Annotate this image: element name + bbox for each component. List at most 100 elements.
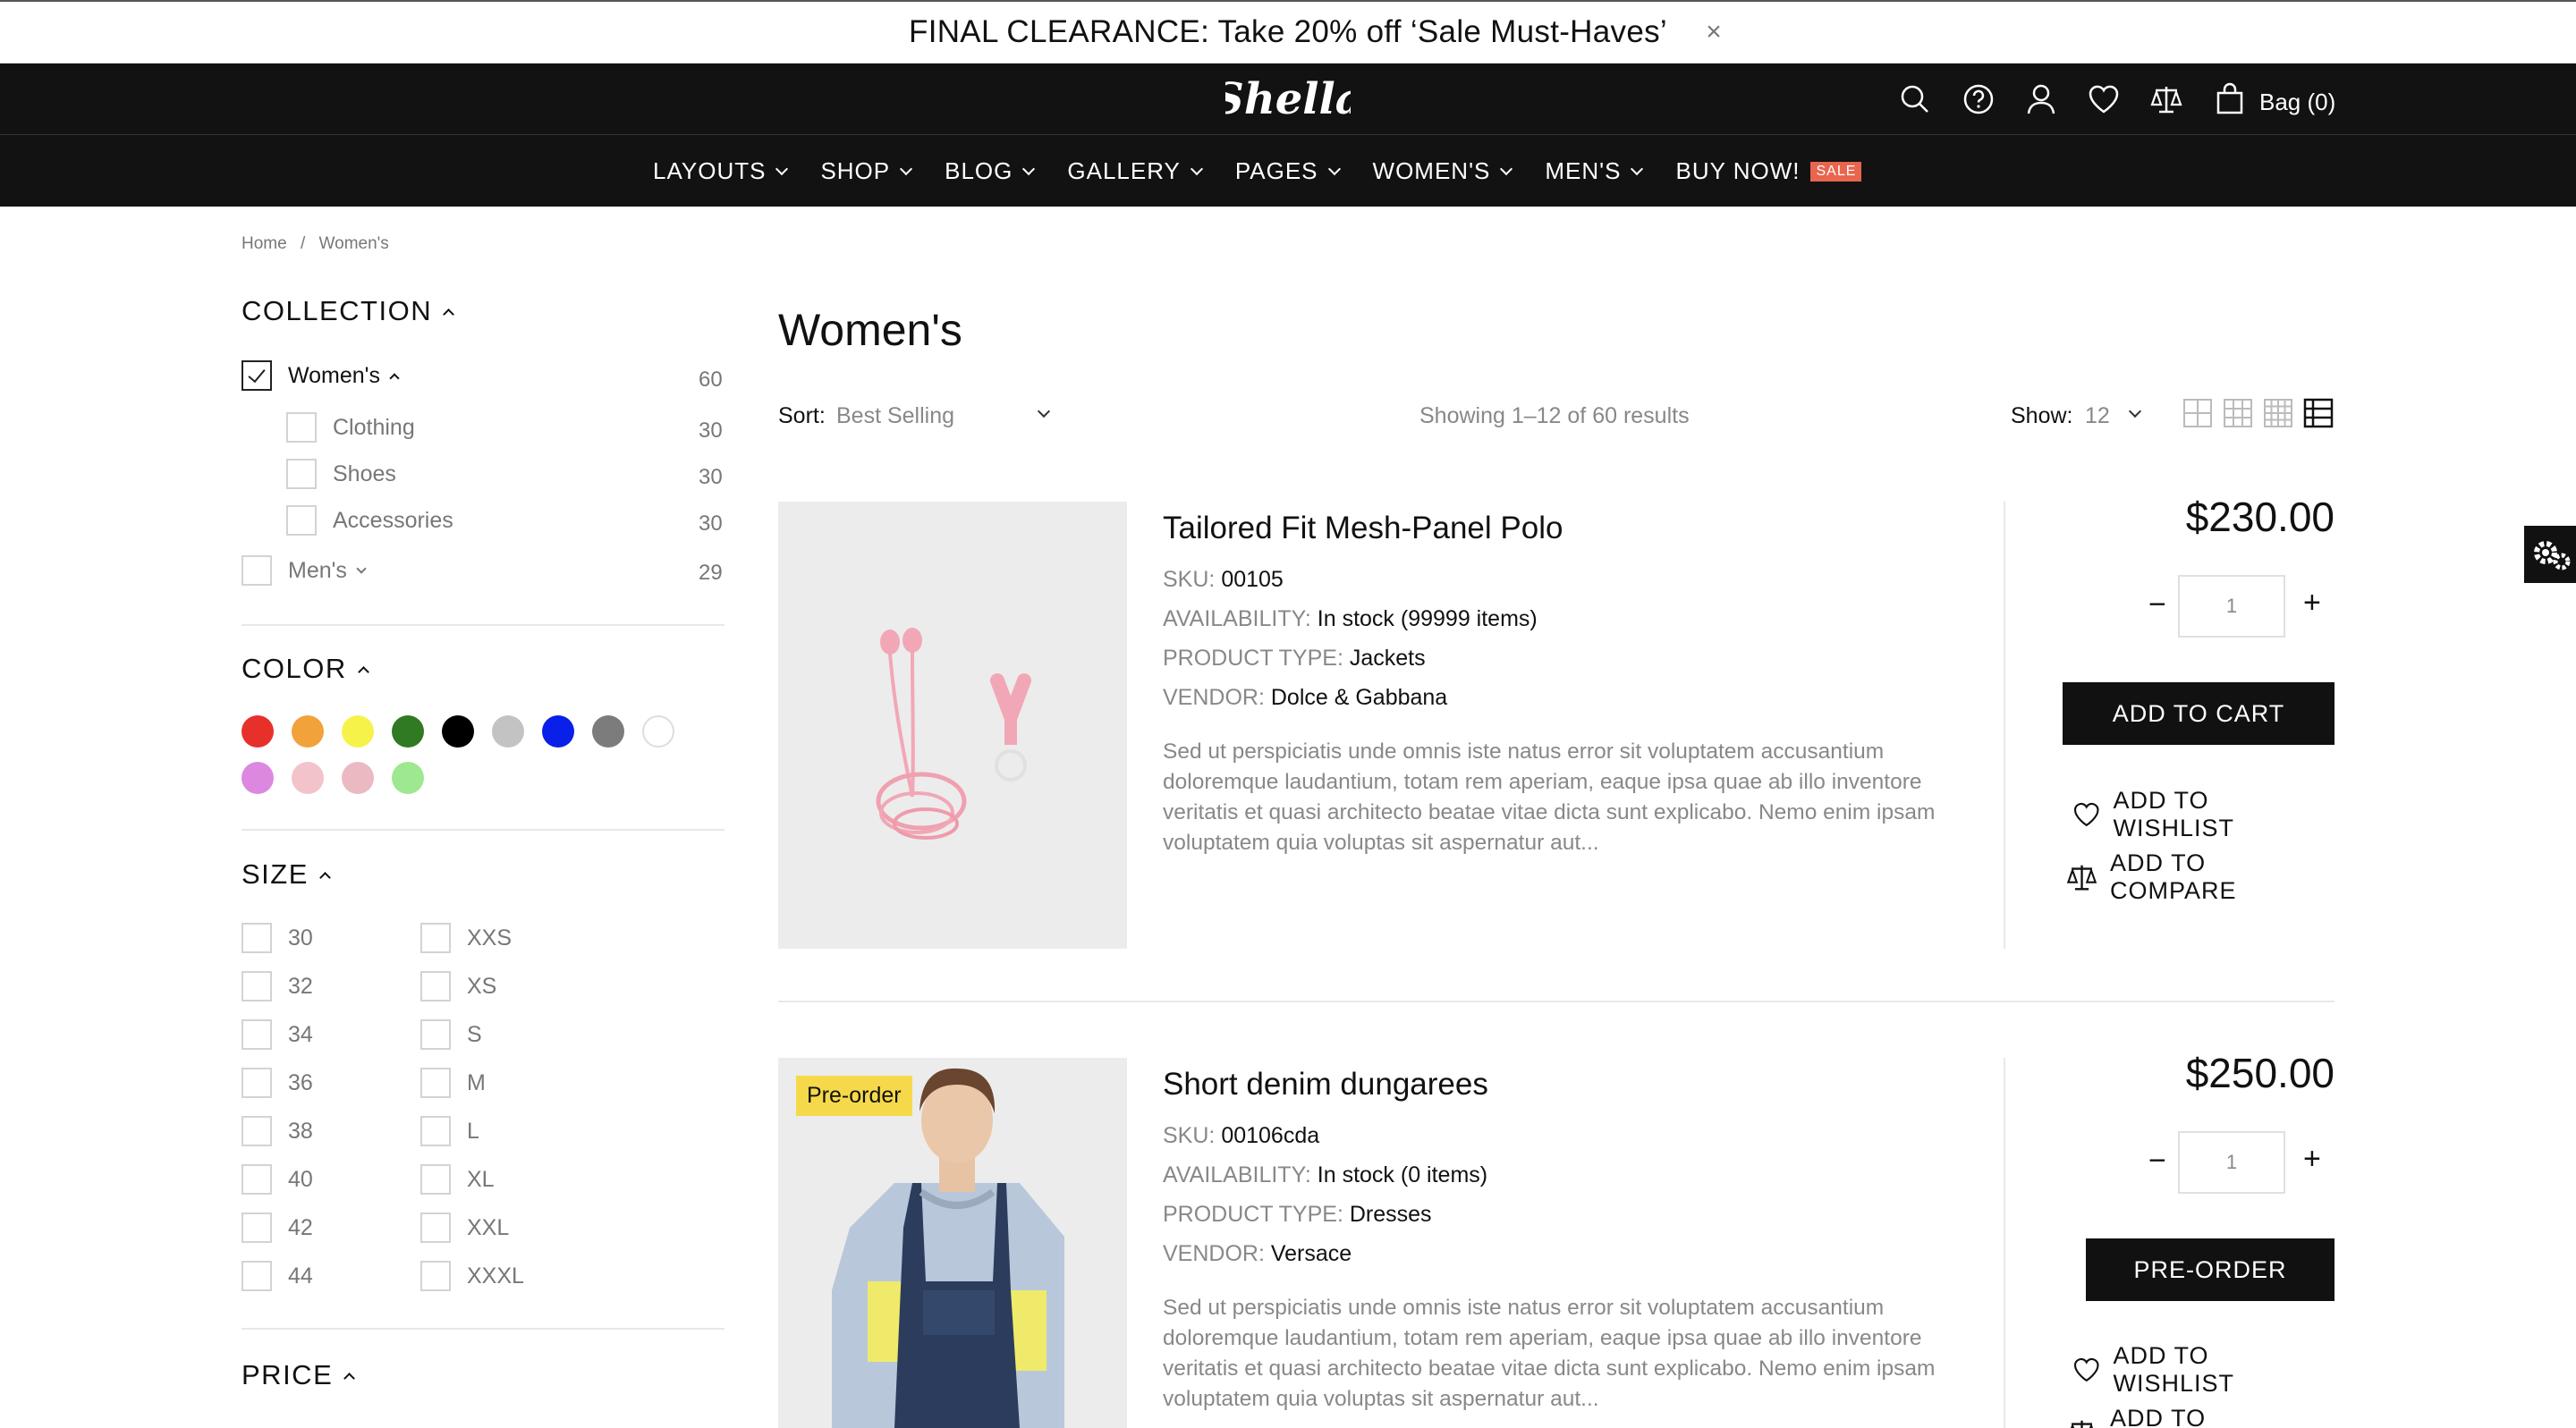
size-option[interactable]: XXL bbox=[420, 1213, 509, 1243]
size-option[interactable]: 34 bbox=[242, 1019, 313, 1050]
size-option[interactable]: 42 bbox=[242, 1213, 313, 1243]
show-select[interactable]: 12 bbox=[2085, 403, 2110, 429]
collection-heading[interactable]: COLLECTION bbox=[242, 295, 454, 327]
size-heading[interactable]: SIZE bbox=[242, 858, 331, 891]
size-option[interactable]: 32 bbox=[242, 971, 313, 1001]
checkbox[interactable] bbox=[420, 1261, 451, 1291]
chevron-down-icon[interactable] bbox=[2128, 404, 2142, 418]
account-icon[interactable] bbox=[2023, 81, 2059, 117]
color-swatch[interactable] bbox=[642, 715, 674, 748]
add-to-compare-link[interactable]: ADD TO COMPARE bbox=[2064, 849, 2334, 905]
add-to-wishlist-link[interactable]: ADD TO WISHLIST bbox=[2071, 787, 2334, 842]
checkbox[interactable] bbox=[242, 555, 272, 586]
color-heading[interactable]: COLOR bbox=[242, 653, 369, 685]
size-option[interactable]: 36 bbox=[242, 1068, 313, 1098]
nav-item-mens[interactable]: MEN'S bbox=[1545, 157, 1644, 185]
color-swatch[interactable] bbox=[592, 715, 624, 748]
nav-item-layouts[interactable]: LAYOUTS bbox=[653, 157, 789, 185]
nav-item-buy-now[interactable]: BUY NOW! SALE bbox=[1675, 157, 1862, 185]
size-option[interactable]: L bbox=[420, 1116, 479, 1146]
size-option[interactable]: 38 bbox=[242, 1116, 313, 1146]
checkbox[interactable] bbox=[242, 1068, 272, 1098]
color-swatch[interactable] bbox=[492, 715, 524, 748]
size-option[interactable]: XS bbox=[420, 971, 496, 1001]
size-option[interactable]: 44 bbox=[242, 1261, 313, 1291]
price-heading[interactable]: PRICE bbox=[242, 1359, 356, 1391]
add-to-wishlist-link[interactable]: ADD TO WISHLIST bbox=[2071, 1342, 2334, 1398]
collection-item-accessories[interactable]: Accessories bbox=[286, 505, 453, 536]
checkbox[interactable] bbox=[242, 1116, 272, 1146]
product-name[interactable]: Tailored Fit Mesh-Panel Polo bbox=[1163, 511, 1563, 546]
color-swatch[interactable] bbox=[292, 762, 324, 794]
qty-decrease-button[interactable]: − bbox=[2148, 1144, 2166, 1179]
checkbox[interactable] bbox=[242, 971, 272, 1001]
quantity-input[interactable]: 1 bbox=[2178, 575, 2285, 638]
checkbox[interactable] bbox=[242, 923, 272, 953]
checkbox[interactable] bbox=[286, 505, 317, 536]
grid-4-icon[interactable] bbox=[2263, 398, 2293, 428]
color-swatch[interactable] bbox=[542, 715, 574, 748]
checkbox[interactable] bbox=[242, 1164, 272, 1195]
checkbox[interactable] bbox=[286, 412, 317, 443]
checkbox[interactable] bbox=[242, 1261, 272, 1291]
checkbox[interactable] bbox=[420, 923, 451, 953]
grid-2-icon[interactable] bbox=[2182, 398, 2213, 428]
checkbox[interactable] bbox=[420, 1019, 451, 1050]
size-option[interactable]: 30 bbox=[242, 923, 313, 953]
search-icon[interactable] bbox=[1897, 81, 1933, 117]
settings-tab[interactable] bbox=[2524, 526, 2576, 583]
checkbox[interactable] bbox=[420, 1116, 451, 1146]
color-swatch[interactable] bbox=[392, 762, 424, 794]
sort-select[interactable]: Best Selling bbox=[836, 403, 954, 429]
size-option[interactable]: XXS bbox=[420, 923, 512, 953]
checkbox[interactable] bbox=[420, 971, 451, 1001]
qty-decrease-button[interactable]: − bbox=[2148, 587, 2166, 622]
collection-item-clothing[interactable]: Clothing bbox=[286, 412, 415, 443]
nav-item-womens[interactable]: WOMEN'S bbox=[1373, 157, 1513, 185]
checkbox[interactable] bbox=[242, 1019, 272, 1050]
bag-icon[interactable] bbox=[2212, 81, 2248, 117]
list-view-icon[interactable] bbox=[2303, 398, 2334, 428]
color-swatch[interactable] bbox=[442, 715, 474, 748]
color-swatch[interactable] bbox=[242, 762, 274, 794]
checkbox[interactable] bbox=[242, 360, 272, 391]
collection-item-womens[interactable]: Women's bbox=[242, 360, 400, 391]
color-swatch[interactable] bbox=[342, 762, 374, 794]
size-option[interactable]: 40 bbox=[242, 1164, 313, 1195]
checkbox[interactable] bbox=[420, 1068, 451, 1098]
color-swatch[interactable] bbox=[242, 715, 274, 748]
site-logo[interactable]: Shella bbox=[1225, 71, 1351, 128]
nav-item-gallery[interactable]: GALLERY bbox=[1067, 157, 1203, 185]
close-icon[interactable]: × bbox=[1696, 14, 1732, 50]
breadcrumb-home[interactable]: Home bbox=[242, 234, 287, 253]
qty-increase-button[interactable]: + bbox=[2303, 586, 2321, 621]
nav-item-shop[interactable]: SHOP bbox=[820, 157, 913, 185]
color-swatch[interactable] bbox=[292, 715, 324, 748]
size-option[interactable]: S bbox=[420, 1019, 482, 1050]
heart-icon[interactable] bbox=[2086, 81, 2122, 117]
grid-3-icon[interactable] bbox=[2223, 398, 2253, 428]
chevron-down-icon[interactable] bbox=[1037, 404, 1051, 418]
bag-label[interactable]: Bag (0) bbox=[2259, 89, 2335, 116]
add-to-compare-link[interactable]: ADD TO COMPARE bbox=[2064, 1405, 2334, 1428]
checkbox[interactable] bbox=[286, 459, 317, 489]
product-image[interactable]: Pre-order bbox=[778, 1058, 1127, 1428]
nav-item-pages[interactable]: PAGES bbox=[1235, 157, 1341, 185]
size-option[interactable]: M bbox=[420, 1068, 486, 1098]
qty-increase-button[interactable]: + bbox=[2303, 1142, 2321, 1177]
product-image[interactable] bbox=[778, 502, 1127, 949]
product-name[interactable]: Short denim dungarees bbox=[1163, 1067, 1488, 1103]
collection-item-shoes[interactable]: Shoes bbox=[286, 459, 396, 489]
quantity-input[interactable]: 1 bbox=[2178, 1131, 2285, 1194]
pre-order-button[interactable]: PRE-ORDER bbox=[2086, 1238, 2334, 1301]
size-option[interactable]: XL bbox=[420, 1164, 495, 1195]
add-to-cart-button[interactable]: ADD TO CART bbox=[2063, 682, 2334, 745]
color-swatch[interactable] bbox=[392, 715, 424, 748]
collection-item-mens[interactable]: Men's bbox=[242, 555, 367, 586]
size-option[interactable]: XXXL bbox=[420, 1261, 524, 1291]
compare-icon[interactable] bbox=[2148, 81, 2184, 117]
checkbox[interactable] bbox=[420, 1213, 451, 1243]
checkbox[interactable] bbox=[242, 1213, 272, 1243]
color-swatch[interactable] bbox=[342, 715, 374, 748]
checkbox[interactable] bbox=[420, 1164, 451, 1195]
